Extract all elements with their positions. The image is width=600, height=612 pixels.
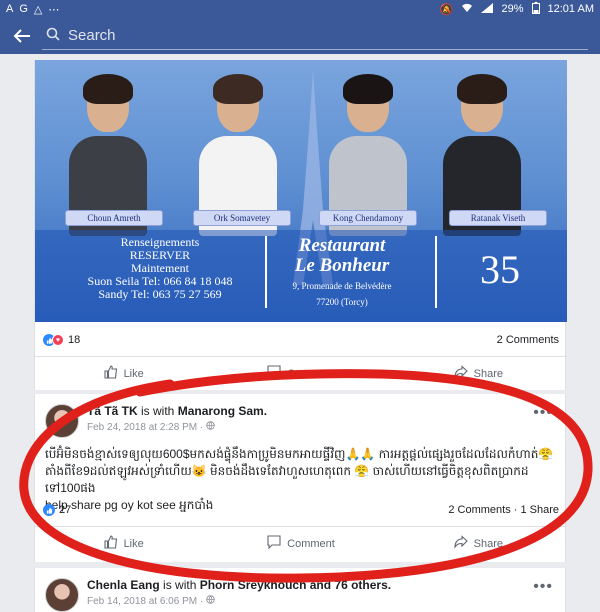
author-name[interactable]: Tã Tã TK [87,404,138,418]
reaction-count: 27 [59,504,72,516]
timestamp-text: Feb 24, 2018 at 2:28 PM [87,422,198,433]
share-label: Share [473,367,503,380]
restaurant-address-1: 9, Promenade de Belvédère [292,281,392,291]
globe-icon: · [200,421,215,433]
like-label: Like [123,367,144,380]
more-options-icon[interactable]: ••• [533,578,553,596]
restaurant-block: Restaurant Le Bonheur 9, Promenade de Be… [267,236,417,308]
with-text: is with [163,578,197,592]
wifi-icon [461,3,473,16]
top-bar: Search [0,18,600,54]
more-options-icon[interactable]: ••• [533,404,553,422]
battery-icon [531,1,540,17]
battery-percent: 29% [501,3,524,15]
clock: 12:01 AM [547,3,594,15]
share-icon [454,365,468,382]
comment-icon [267,535,281,552]
tagged-name[interactable]: Manarong Sam. [178,404,267,418]
nameplate-1: Choun Amreth [65,210,163,226]
event-banner-image[interactable]: Choun Amreth Ork Somavetey Kong Chendamo… [35,60,567,322]
back-arrow-icon[interactable] [8,22,36,50]
tagged-name[interactable]: Phorn Sreykhouch and 76 others. [200,578,391,592]
comments-shares-count[interactable]: 2 Comments · 1 Share [448,504,559,516]
search-icon [46,27,60,45]
post-text-line: តាំងពីខែ9ដល់ឥឡូវអស់ទ្រាំហើយ😺 មិនចង់ដឹងទេ… [45,464,529,495]
comment-button[interactable]: Comment [212,365,389,382]
post-actions: Like Comment Share [35,526,567,560]
comment-button[interactable]: Comment [212,535,389,552]
post-timestamp[interactable]: Feb 24, 2018 at 2:28 PM · [87,421,267,433]
globe-icon: · [200,595,215,607]
nameplate-3: Kong Chendamony [319,210,417,226]
timestamp-text: Feb 14, 2018 at 6:06 PM [87,596,198,607]
mute-icon: 🔕 [439,3,454,16]
post-card-1: Choun Amreth Ork Somavetey Kong Chendamo… [34,60,567,390]
post-actions: Like Comment Share [35,356,567,390]
post-header: Tã Tã TK is with Manarong Sam. Feb 24, 2… [45,404,267,438]
like-button[interactable]: Like [35,365,212,382]
search-placeholder: Search [68,27,116,44]
reservation-info: Renseignements RESERVER Maintement Suon … [65,236,255,301]
comment-label: Comment [287,537,335,550]
comments-count[interactable]: 2 Comments [497,334,559,346]
app-icon-g: G [19,3,28,15]
like-reaction-icon [43,504,55,516]
comment-label: Comment [287,367,335,380]
share-icon [454,535,468,552]
app-icon-triangle: △ [33,3,43,16]
app-icon-more: ⋯ [48,3,60,16]
thumbs-up-icon [104,365,118,382]
thumbs-up-icon [104,535,118,552]
restaurant-name-2: Le Bonheur [294,255,390,276]
post-text-line: បើអ៊ំមិនចង់ខ្មាស់ទេឲ្យលុយ600$មកសង់ផ្ទុំន… [45,447,554,461]
app-icon-a: A [6,3,14,15]
post-card-3: Chenla Eang is with Phorn Sreykhouch and… [34,568,566,612]
info-line: Sandy Tel: 063 75 27 569 [98,287,222,301]
signal-icon [481,2,494,16]
post-header: Chenla Eang is with Phorn Sreykhouch and… [45,578,391,612]
avatar[interactable] [45,404,79,438]
share-button[interactable]: Share [390,365,567,382]
post-card-2: Tã Tã TK is with Manarong Sam. Feb 24, 2… [34,394,567,562]
share-label: Share [473,537,503,550]
reaction-summary[interactable]: 27 2 Comments · 1 Share [43,500,559,520]
share-button[interactable]: Share [390,535,567,552]
like-button[interactable]: Like [35,535,212,552]
restaurant-address-2: 77200 (Torcy) [316,297,368,307]
post-timestamp[interactable]: Feb 14, 2018 at 6:06 PM · [87,595,391,607]
nameplate-4: Ratanak Viseth [449,210,547,226]
status-left-icons: A G △ ⋯ [6,3,59,16]
nameplate-2: Ork Somavetey [193,210,291,226]
with-text: is with [141,404,175,418]
post-author-line: Tã Tã TK is with Manarong Sam. [87,404,267,419]
banner-number: 35 [480,247,520,292]
comment-icon [267,365,281,382]
reaction-summary[interactable]: ♥ 18 2 Comments [43,330,559,350]
banner-divider [435,236,437,308]
avatar[interactable] [45,578,79,612]
reaction-count: 18 [68,334,81,346]
search-input[interactable]: Search [42,22,588,50]
love-reaction-icon: ♥ [52,334,64,346]
restaurant-name-1: Restaurant [298,235,386,256]
like-label: Like [123,537,144,550]
post-author-line: Chenla Eang is with Phorn Sreykhouch and… [87,578,391,593]
status-right: 🔕 29% 12:01 AM [439,1,594,17]
status-bar: A G △ ⋯ 🔕 29% 12:01 AM [0,0,600,18]
author-name[interactable]: Chenla Eang [87,578,160,592]
